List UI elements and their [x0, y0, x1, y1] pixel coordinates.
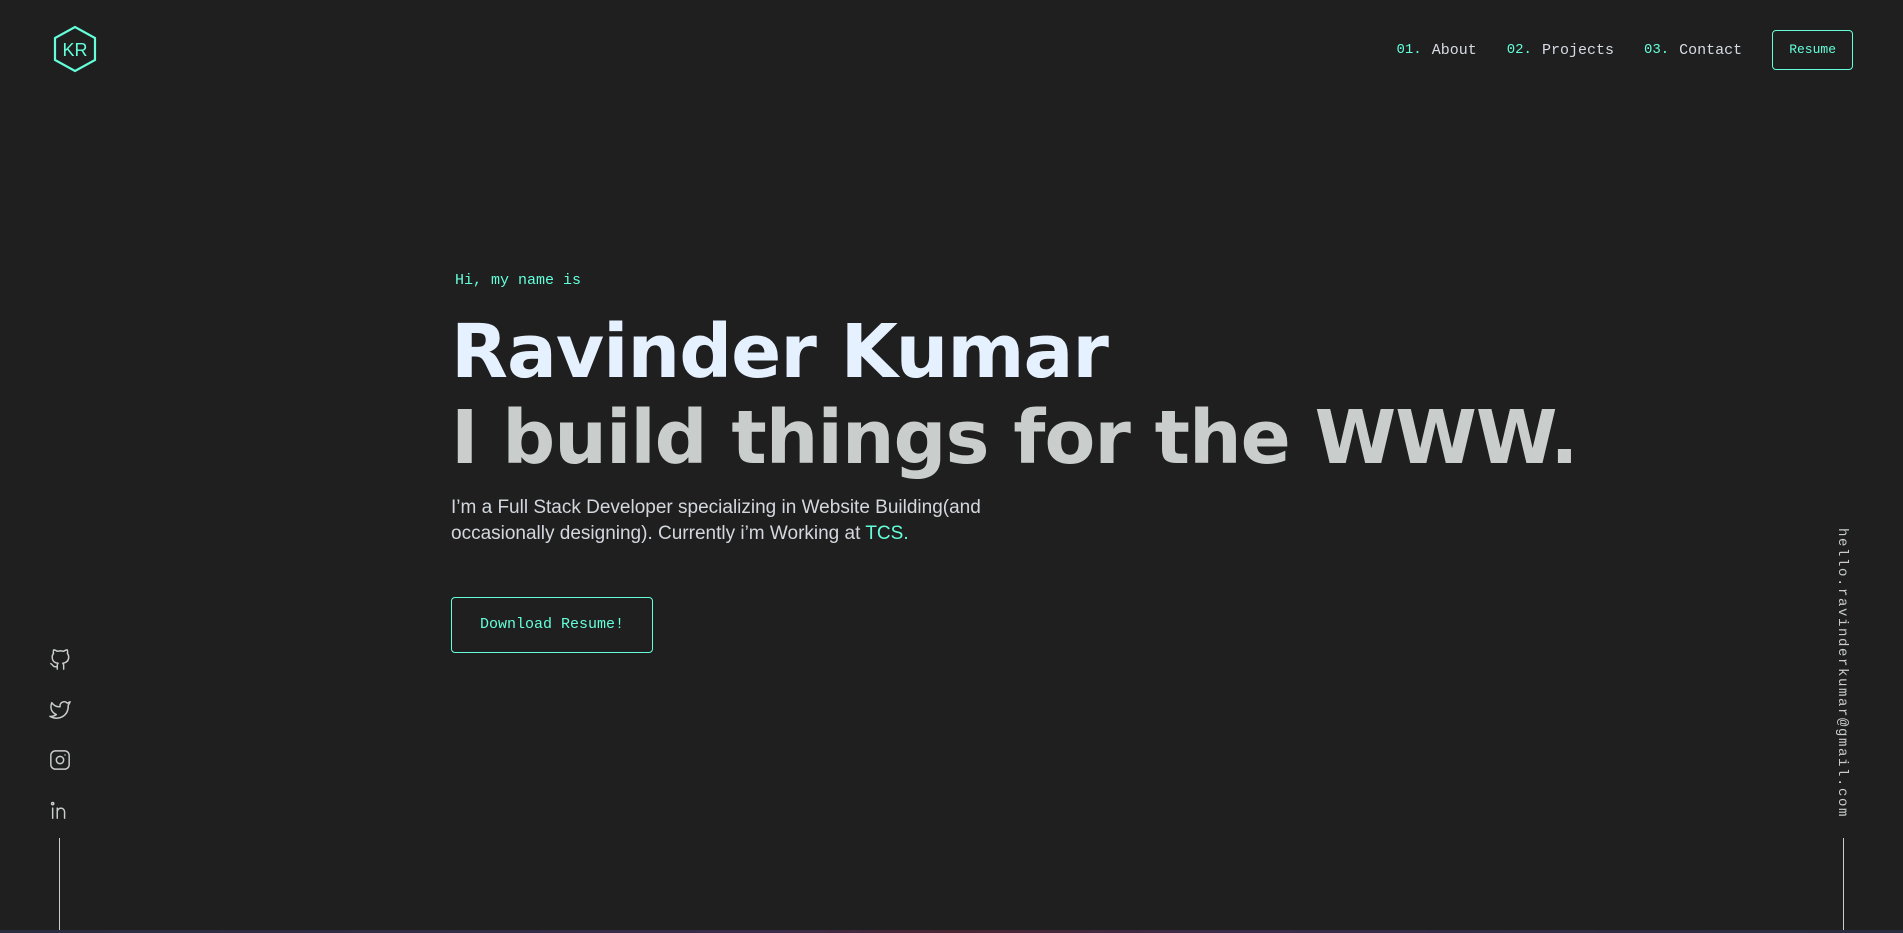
hero-intro: I’m a Full Stack Developer specializing …: [451, 495, 991, 547]
resume-button[interactable]: Resume: [1772, 30, 1853, 70]
hero-tagline: I build things for the WWW.: [451, 395, 1579, 481]
company-link[interactable]: TCS.: [865, 523, 908, 544]
hero-section: Hi, my name is Ravinder Kumar I build th…: [451, 272, 1579, 653]
nav-item-about[interactable]: 01. About: [1396, 42, 1476, 59]
nav-number: 02.: [1506, 42, 1532, 58]
left-vertical-line: [59, 838, 60, 933]
linkedin-icon[interactable]: [48, 798, 72, 822]
nav-item-contact[interactable]: 03. Contact: [1644, 42, 1742, 59]
social-links: [47, 648, 73, 848]
nav-number: 03.: [1643, 42, 1670, 58]
nav-label: Contact: [1679, 41, 1743, 59]
nav-item-projects[interactable]: 02. Projects: [1507, 42, 1614, 59]
nav-label: Projects: [1541, 41, 1614, 59]
site-logo[interactable]: KR: [52, 25, 98, 73]
instagram-icon[interactable]: [48, 748, 72, 772]
greeting-text: Hi, my name is: [455, 272, 582, 289]
email-link[interactable]: hello.ravinderkumar@gmail.com: [1834, 528, 1850, 818]
nav-label: About: [1431, 41, 1477, 59]
download-resume-button[interactable]: Download Resume!: [451, 597, 654, 653]
top-nav: 01. About 02. Projects 03. Contact Resum…: [1396, 30, 1853, 70]
right-vertical-line: [1843, 838, 1844, 933]
hero-name: Ravinder Kumar: [451, 309, 1109, 395]
nav-number: 01.: [1396, 42, 1422, 58]
twitter-icon[interactable]: [48, 698, 72, 722]
svg-text:KR: KR: [62, 40, 87, 60]
hexagon-logo-icon: KR: [53, 25, 97, 73]
github-icon[interactable]: [48, 648, 72, 672]
